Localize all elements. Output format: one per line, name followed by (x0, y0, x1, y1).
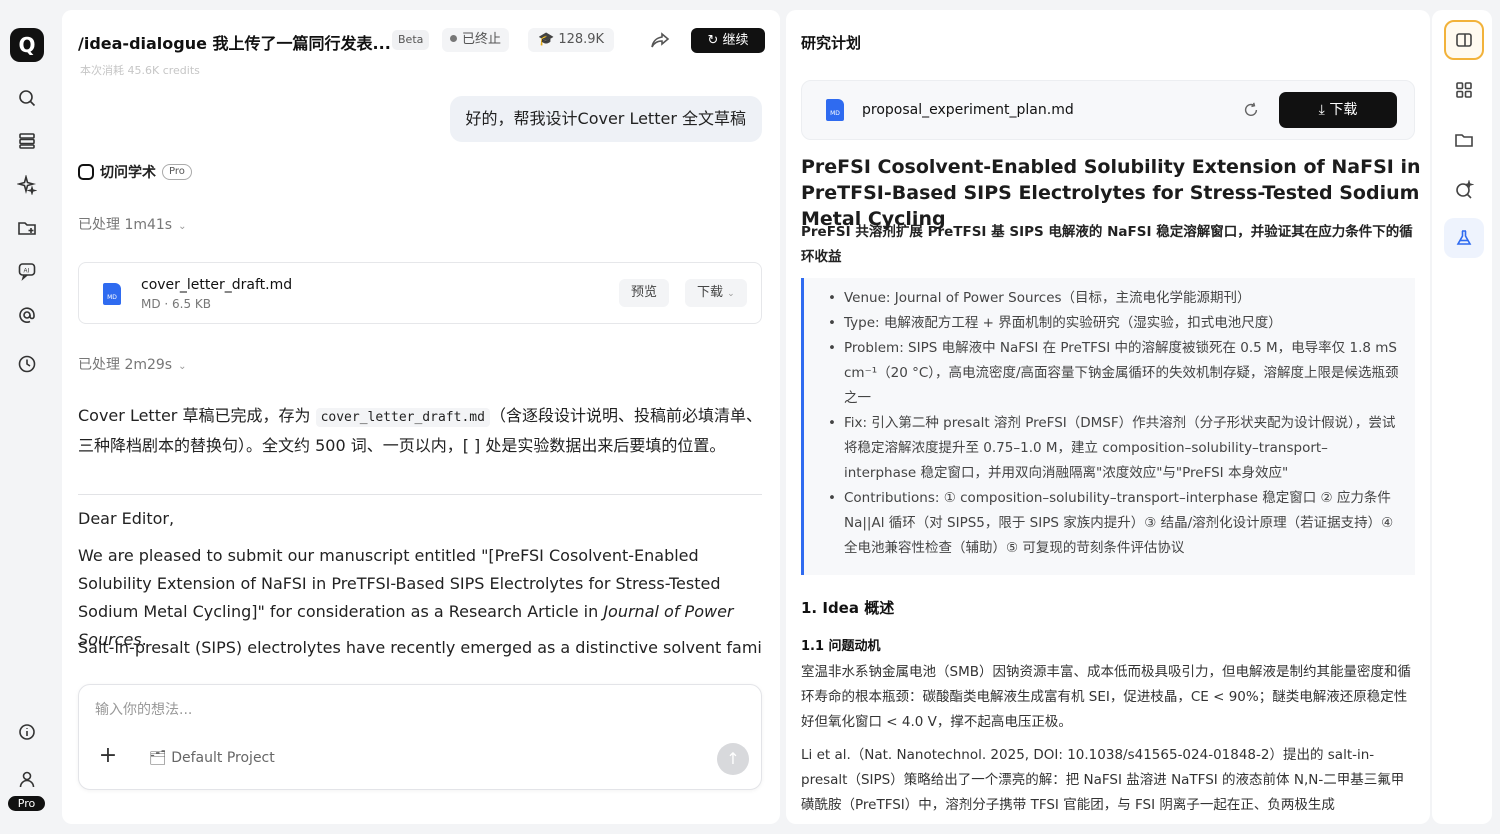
ai-search-icon (1456, 180, 1474, 199)
folder-icon (1455, 134, 1473, 147)
info-icon[interactable] (14, 719, 40, 745)
add-attachment-button[interactable]: + (97, 745, 119, 767)
download-label: 下载 (697, 285, 724, 300)
assistant-brand: 切问学术 Pro (78, 162, 192, 182)
paragraph: 室温非水系钠金属电池（SMB）因钠资源丰富、成本低而极具吸引力，但电解液是制约其… (801, 664, 1411, 730)
app-logo[interactable]: Q (10, 28, 44, 62)
chat-header: /idea-dialogue 我上传了一篇同行发表... Beta 已终止 🎓 … (62, 10, 780, 64)
scrolled-text-fragment: 本次消耗 45.6K credits (80, 64, 200, 77)
chevron-down-icon: ⌄ (178, 361, 187, 372)
user-message: 好的，帮我设计Cover Letter 全文草稿 (449, 96, 762, 142)
document-file-bar: MD proposal_experiment_plan.md ⤓ 下载 (801, 80, 1415, 140)
status-badge: 已终止 (442, 28, 510, 52)
chat-input-box: + 🗂 Default Project ↑ (78, 684, 762, 790)
letter-greeting: Dear Editor, (78, 509, 175, 528)
subsection-heading: 1.1 问题动机 (801, 639, 881, 654)
summary-list: Venue: Journal of Power Sources（目标，主流电化学… (828, 286, 1400, 561)
document-subtitle: PreFSI 共溶剂扩展 PreTFSI 基 SIPS 电解液的 NaFSI 稳… (801, 224, 1413, 265)
document-file-name: proposal_experiment_plan.md (862, 102, 1074, 118)
file-name: cover_letter_draft.md (141, 277, 293, 293)
continue-label: 继续 (722, 33, 749, 48)
search-icon[interactable] (14, 85, 40, 111)
inline-code-filename: cover_letter_draft.md (315, 408, 490, 427)
continue-button[interactable]: ↻ 继续 (691, 28, 765, 53)
project-label: Default Project (171, 750, 275, 766)
processed-toggle-2[interactable]: 已处理 2m29s ⌄ (78, 354, 187, 374)
list-item: Contributions: ① composition–solubility–… (828, 486, 1400, 561)
download-icon: ⤓ (1318, 102, 1325, 118)
user-icon[interactable] (14, 766, 40, 792)
clock-icon[interactable] (14, 351, 40, 377)
brand-pro-badge: Pro (162, 164, 192, 180)
folder-button[interactable] (1444, 120, 1484, 160)
letter-paragraph-2: Salt-in-presalt (SIPS) electrolytes have… (78, 638, 762, 657)
project-icon: 🗂 (149, 750, 167, 766)
list-item: Fix: 引入第二种 presalt 溶剂 PreFSI（DMSF）作共溶剂（分… (828, 411, 1400, 486)
credits-value: 128.9K (558, 32, 605, 47)
at-icon[interactable] (14, 302, 40, 328)
assistant-summary: Cover Letter 草稿已完成，存为 cover_letter_draft… (78, 406, 762, 455)
file-card: MD cover_letter_draft.md MD · 6.5 KB 预览 … (78, 262, 762, 324)
chat-title: /idea-dialogue 我上传了一篇同行发表... (78, 34, 391, 53)
chevron-down-icon: ⌄ (178, 221, 187, 232)
chat-input[interactable] (95, 699, 735, 721)
apps-button[interactable] (1444, 70, 1484, 110)
beta-badge: Beta (392, 30, 430, 50)
preview-button[interactable]: 预览 (619, 279, 670, 307)
refresh-icon[interactable] (1242, 101, 1262, 121)
chevron-down-icon: ⌄ (727, 289, 735, 299)
panel-icon (1456, 33, 1472, 47)
plus-icon: + (98, 743, 118, 768)
file-meta: MD · 6.5 KB (141, 297, 212, 311)
markdown-file-icon: MD (826, 99, 844, 121)
list-item: Venue: Journal of Power Sources（目标，主流电化学… (828, 286, 1400, 311)
processed-toggle-1[interactable]: 已处理 1m41s ⌄ (78, 214, 187, 234)
download-button[interactable]: 下载 ⌄ (685, 279, 747, 307)
list-item: Problem: SIPS 电解液中 NaFSI 在 PreTFSI 中的溶解度… (828, 336, 1400, 411)
brand-logo-icon (78, 164, 94, 180)
left-rail: Q AI Pro (0, 0, 56, 834)
right-toolbar (1432, 10, 1492, 824)
brand-name: 切问学术 (100, 165, 156, 181)
list-item: Type: 电解液配方工程 + 界面机制的实验研究（湿实验，扣式电池尺度） (828, 311, 1400, 336)
processed-label: 已处理 1m41s (78, 217, 173, 233)
download-button[interactable]: ⤓ 下载 (1279, 92, 1397, 128)
refresh-icon: ↻ (707, 33, 719, 48)
credits-chip: 🎓 128.9K (528, 28, 615, 52)
share-icon (651, 32, 670, 48)
sparkle-icon[interactable] (14, 172, 40, 198)
status-text: 已终止 (462, 32, 502, 47)
ai-chat-icon[interactable]: AI (14, 258, 40, 284)
project-selector[interactable]: 🗂 Default Project (141, 745, 283, 771)
svg-text:AI: AI (24, 269, 30, 275)
chat-panel: /idea-dialogue 我上传了一篇同行发表... Beta 已终止 🎓 … (62, 10, 780, 824)
share-button[interactable] (650, 30, 672, 52)
markdown-file-icon: MD (103, 283, 121, 305)
pro-badge[interactable]: Pro (8, 796, 45, 811)
download-label: 下载 (1329, 102, 1358, 118)
paragraph: Li et al.（Nat. Nanotechnol. 2025, DOI: 1… (801, 747, 1405, 813)
list-icon[interactable] (14, 128, 40, 154)
research-plan-button[interactable] (1444, 218, 1484, 258)
apps-icon (1456, 82, 1472, 98)
document-panel: 研究计划 MD proposal_experiment_plan.md ⤓ 下载… (786, 10, 1430, 824)
flask-icon (1456, 230, 1472, 245)
folder-add-icon[interactable] (14, 215, 40, 241)
send-button[interactable]: ↑ (717, 743, 749, 775)
ai-search-button[interactable] (1444, 170, 1484, 210)
arrow-up-icon: ↑ (726, 749, 740, 768)
summary-blockquote: Venue: Journal of Power Sources（目标，主流电化学… (801, 278, 1415, 575)
panel-title: 研究计划 (801, 34, 862, 52)
divider (78, 494, 762, 495)
graduation-cap-icon: 🎓 (538, 32, 555, 47)
section-heading: 1. Idea 概述 (801, 599, 895, 617)
processed-label: 已处理 2m29s (78, 357, 173, 373)
panel-toggle-button[interactable] (1444, 20, 1484, 60)
